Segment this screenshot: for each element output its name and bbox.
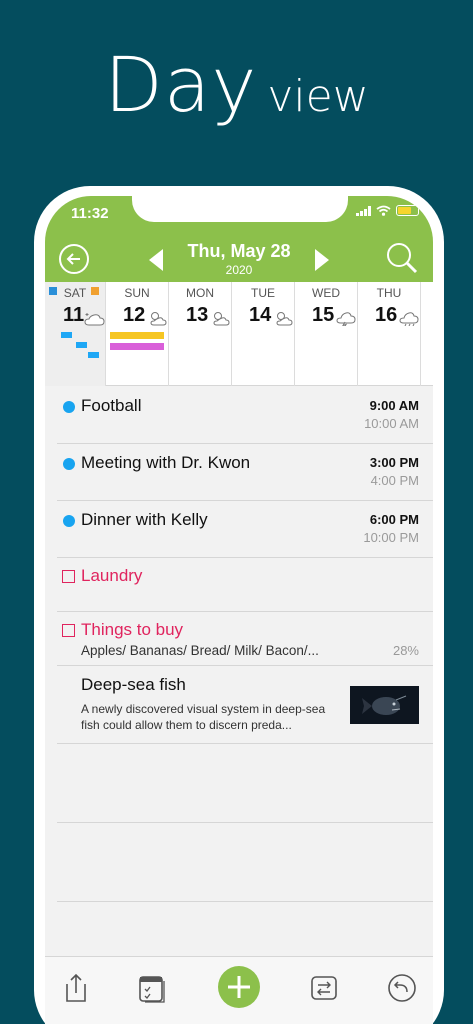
todo-title: Laundry	[81, 566, 143, 585]
header-date[interactable]: Thu, May 28 2020	[175, 241, 303, 277]
partly-cloudy-icon	[276, 312, 293, 326]
app-screen: 11:32 Thu, May 28 2020 SAT 11 SUN 12 MON…	[45, 196, 433, 1024]
day-tue[interactable]: TUE 14	[232, 282, 295, 386]
search-icon[interactable]	[385, 241, 419, 275]
partly-cloudy-icon	[213, 312, 230, 326]
day-sat[interactable]: SAT 11	[45, 282, 106, 386]
event-flag-icon	[49, 287, 57, 295]
todo-item[interactable]: Things to buy Apples/ Bananas/ Bread/ Mi…	[57, 612, 433, 666]
event-end-time: 4:00 PM	[370, 473, 419, 488]
phone-notch	[132, 196, 348, 222]
memo-item[interactable]: Deep-sea fish A newly discovered visual …	[57, 666, 433, 744]
memo-body: A newly discovered visual system in deep…	[81, 702, 326, 732]
memo-thumbnail	[350, 686, 419, 724]
arrow-left-icon	[66, 253, 80, 265]
event-title: Meeting with Dr. Kwon	[81, 453, 251, 472]
multi-day-bar	[110, 343, 164, 350]
event-title: Football	[81, 396, 142, 415]
mini-event	[61, 332, 72, 338]
empty-row	[57, 744, 433, 823]
mini-event	[76, 342, 87, 348]
next-day-button[interactable]	[315, 249, 329, 271]
day-number: 16	[375, 304, 398, 326]
todo-items: Apples/ Bananas/ Bread/ Milk/ Bacon/...	[81, 643, 319, 658]
day-sun[interactable]: SUN 12	[106, 282, 169, 386]
day-thu[interactable]: THU 16	[358, 282, 421, 386]
event-dot	[63, 515, 75, 527]
event-end-time: 10:00 PM	[363, 530, 419, 545]
day-wed[interactable]: WED 15	[295, 282, 358, 386]
day-number: 13	[186, 304, 209, 326]
event-dot	[63, 458, 75, 470]
todo-checkbox[interactable]	[62, 570, 75, 583]
signal-icon	[356, 205, 371, 216]
rain-icon	[399, 312, 419, 326]
event-dot	[63, 401, 75, 413]
day-number: 12	[123, 304, 146, 326]
todo-item[interactable]: Laundry	[57, 558, 433, 612]
header-date-label: Thu, May 28	[187, 241, 291, 261]
status-time: 11:32	[71, 205, 109, 222]
todo-title: Things to buy	[81, 620, 184, 639]
wifi-icon	[376, 205, 391, 216]
memo-title: Deep-sea fish	[81, 675, 186, 694]
plus-icon	[228, 976, 250, 998]
partly-cloudy-icon	[150, 312, 167, 326]
add-button[interactable]	[218, 966, 260, 1008]
promo-title-big: Day	[104, 40, 258, 129]
promo-title-small: view	[267, 71, 369, 122]
partly-cloudy-night-icon	[84, 313, 105, 326]
day-name: MON	[186, 286, 214, 300]
empty-row	[57, 823, 433, 902]
event-start-time: 6:00 PM	[369, 512, 419, 527]
calendar-list-icon[interactable]	[137, 971, 167, 1005]
header-year-label: 2020	[225, 263, 253, 277]
fish-image	[350, 686, 419, 724]
prev-day-button[interactable]	[149, 249, 163, 271]
event-item[interactable]: Dinner with Kelly 6:00 PM 10:00 PM	[57, 501, 433, 558]
event-item[interactable]: Meeting with Dr. Kwon 3:00 PM 4:00 PM	[57, 444, 433, 501]
day-name: SUN	[124, 286, 150, 300]
task-flag-icon	[91, 287, 99, 295]
swap-icon[interactable]	[309, 971, 339, 1005]
day-number: 14	[249, 304, 272, 326]
day-number: 15	[312, 304, 335, 326]
day-mon[interactable]: MON 13	[169, 282, 232, 386]
week-strip: SAT 11 SUN 12 MON 13 TUE 14 WED 15 THU 1…	[45, 282, 433, 386]
multi-day-bar	[110, 332, 164, 339]
undo-icon[interactable]	[387, 971, 417, 1005]
app-header: 11:32 Thu, May 28 2020	[45, 196, 433, 282]
event-start-time: 3:00 PM	[369, 455, 419, 470]
todo-checkbox[interactable]	[62, 624, 75, 637]
battery-icon	[396, 205, 419, 216]
event-end-time: 10:00 AM	[364, 416, 419, 431]
bottom-toolbar	[45, 956, 433, 1024]
todo-progress: 28%	[392, 643, 419, 658]
share-icon[interactable]	[61, 971, 91, 1005]
day-name: THU	[376, 286, 402, 300]
mini-event	[88, 352, 99, 358]
day-name: TUE	[251, 286, 275, 300]
status-icons	[356, 205, 419, 216]
event-item[interactable]: Football 9:00 AM 10:00 AM	[57, 387, 433, 444]
back-button[interactable]	[59, 244, 89, 274]
day-agenda: Football 9:00 AM 10:00 AM Meeting with D…	[45, 387, 433, 902]
event-title: Dinner with Kelly	[81, 510, 208, 529]
day-number: 11	[63, 304, 85, 326]
day-name: WED	[312, 286, 340, 300]
promo-title: Day view	[0, 40, 473, 129]
thunderstorm-icon	[336, 312, 356, 326]
event-start-time: 9:00 AM	[369, 398, 419, 413]
